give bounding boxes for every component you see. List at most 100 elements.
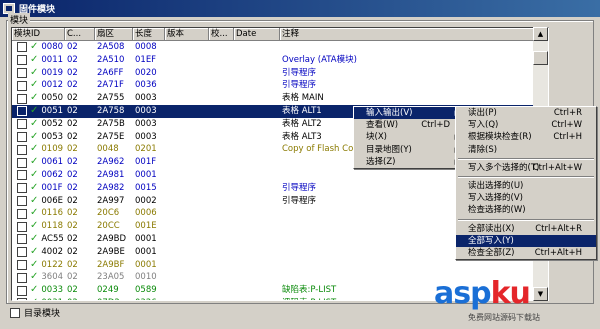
- window-titlebar[interactable]: 固件模块: [0, 0, 600, 17]
- version-cell: [165, 233, 209, 246]
- row-checkbox[interactable]: [17, 42, 27, 53]
- check-mark-icon: ✓: [30, 79, 39, 91]
- context-menu-item[interactable]: 选择(Z)▶: [354, 156, 464, 168]
- submenu-item[interactable]: 写入(Q) Ctrl+W: [456, 119, 596, 131]
- module-c-cell: 02: [67, 285, 78, 296]
- check-mark-icon: ✓: [30, 194, 39, 206]
- module-id-cell: ✓ 0061: [12, 156, 65, 169]
- context-menu-item[interactable]: 查看(W) Ctrl+D: [354, 119, 464, 131]
- col-header-length[interactable]: 长度: [133, 28, 165, 41]
- submenu-item[interactable]: 检查选择的(W): [456, 204, 596, 216]
- row-checkbox[interactable]: [17, 106, 27, 117]
- version-cell: [165, 246, 209, 259]
- table-row[interactable]: ✓ 0012 02 2A71F 0036 引导程序: [12, 79, 548, 92]
- sector-cell: 2A982: [97, 182, 125, 193]
- col-header-note[interactable]: 注释: [280, 28, 540, 41]
- submenu-item-label: 全部写入(Y): [468, 235, 514, 246]
- version-cell: [165, 143, 209, 156]
- row-checkbox[interactable]: [17, 55, 27, 66]
- row-checkbox[interactable]: [17, 272, 27, 283]
- date-cell: [234, 233, 280, 246]
- col-header-date[interactable]: Date: [234, 28, 280, 41]
- directory-modules-checkbox[interactable]: [10, 307, 20, 318]
- module-id-cell: ✓ 0033: [12, 284, 65, 297]
- note-cell: [280, 259, 540, 272]
- module-id: 006E: [41, 195, 63, 206]
- date-cell: [234, 41, 280, 54]
- submenu-item-shortcut: Ctrl+R: [553, 108, 582, 118]
- module-id: AC55: [41, 233, 64, 244]
- row-checkbox[interactable]: [17, 80, 27, 91]
- sector-cell: 0249: [97, 285, 119, 296]
- sector-cell: 20C6: [97, 208, 120, 219]
- check-mark-icon: ✓: [30, 245, 39, 257]
- sector-cell: 2A75B: [97, 118, 125, 129]
- length-cell: 0001: [135, 259, 157, 270]
- row-checkbox[interactable]: [17, 259, 27, 270]
- col-header-c[interactable]: C...: [65, 28, 95, 41]
- row-checkbox[interactable]: [17, 131, 27, 142]
- scroll-up-button[interactable]: ▲: [533, 27, 548, 41]
- table-row[interactable]: ✓ 0011 02 2A510 01EF Overlay (ATA模块): [12, 54, 548, 67]
- table-row[interactable]: ✓ 0019 02 2A6FF 0020 引导程序: [12, 67, 548, 80]
- scroll-thumb[interactable]: [533, 51, 548, 65]
- submenu-item-label: 检查选择的(W): [468, 205, 526, 216]
- submenu-item[interactable]: 全部读出(X) Ctrl+Alt+R: [456, 223, 596, 235]
- row-checkbox[interactable]: [17, 183, 27, 194]
- submenu-item[interactable]: 根据模块检查(R) Ctrl+H: [456, 131, 596, 143]
- col-header-checksum[interactable]: 校...: [209, 28, 234, 41]
- check-mark-icon: ✓: [30, 156, 39, 168]
- context-menu: 输入输出(V)▶查看(W) Ctrl+D块(X)▶目录地图(Y)▶选择(Z)▶: [353, 106, 465, 169]
- row-checkbox[interactable]: [17, 234, 27, 245]
- submenu-item[interactable]: 全部写入(Y): [456, 234, 596, 247]
- row-checkbox[interactable]: [17, 285, 27, 296]
- length-cell: 0003: [135, 105, 157, 116]
- date-cell: [234, 246, 280, 259]
- row-checkbox[interactable]: [17, 298, 27, 300]
- submenu-item[interactable]: 读出选择的(U): [456, 180, 596, 192]
- version-cell: [165, 259, 209, 272]
- length-cell: 0001: [135, 246, 157, 257]
- row-checkbox[interactable]: [17, 247, 27, 258]
- context-menu-item-shortcut: Ctrl+D: [421, 120, 450, 131]
- date-cell: [234, 271, 280, 284]
- submenu-item[interactable]: 清除(S): [456, 144, 596, 156]
- col-header-version[interactable]: 版本: [165, 28, 209, 41]
- sector-cell: 2A9BD: [97, 233, 127, 244]
- length-cell: 0036: [135, 80, 157, 91]
- col-header-module-id[interactable]: 模块ID: [12, 28, 65, 41]
- version-cell: [165, 297, 209, 300]
- submenu-item[interactable]: 写入选择的(V): [456, 192, 596, 204]
- context-menu-item[interactable]: 目录地图(Y)▶: [354, 144, 464, 156]
- module-id: 0031: [41, 297, 63, 300]
- row-checkbox[interactable]: [17, 93, 27, 104]
- directory-modules-toggle[interactable]: 目录模块: [10, 306, 60, 319]
- module-id: 0053: [41, 131, 64, 142]
- submenu-item[interactable]: 写入多个选择的(T) Ctrl+Alt+W: [456, 162, 596, 174]
- row-checkbox[interactable]: [17, 170, 27, 181]
- module-id-cell: ✓ 0109: [12, 143, 65, 156]
- checksum-cell: [209, 156, 234, 169]
- row-checkbox[interactable]: [17, 221, 27, 232]
- check-mark-icon: ✓: [30, 53, 39, 65]
- module-id: 0011: [41, 54, 64, 65]
- check-mark-icon: ✓: [30, 207, 39, 219]
- table-row[interactable]: ✓ 0050 02 2A755 0003 表格 MAIN: [12, 92, 548, 105]
- col-header-sector[interactable]: 扇区: [95, 28, 133, 41]
- context-menu-item[interactable]: 输入输出(V)▶: [354, 107, 464, 120]
- version-cell: [165, 207, 209, 220]
- row-checkbox[interactable]: [17, 144, 27, 155]
- row-checkbox[interactable]: [17, 119, 27, 130]
- row-checkbox[interactable]: [17, 208, 27, 219]
- table-row[interactable]: ✓ 0122 02 2A9BF 0001: [12, 259, 548, 272]
- row-checkbox[interactable]: [17, 157, 27, 168]
- submenu-item-label: 写入选择的(V): [468, 193, 523, 204]
- row-checkbox[interactable]: [17, 195, 27, 206]
- table-row[interactable]: ✓ 0080 02 2A508 0008: [12, 41, 548, 54]
- submenu-item[interactable]: 检查全部(Z) Ctrl+Alt+H: [456, 247, 596, 259]
- row-checkbox[interactable]: [17, 67, 27, 78]
- length-cell: 0003: [135, 118, 157, 129]
- sector-cell: 2A9BF: [97, 259, 125, 270]
- context-menu-item[interactable]: 块(X)▶: [354, 131, 464, 143]
- submenu-item[interactable]: 读出(P) Ctrl+R: [456, 107, 596, 119]
